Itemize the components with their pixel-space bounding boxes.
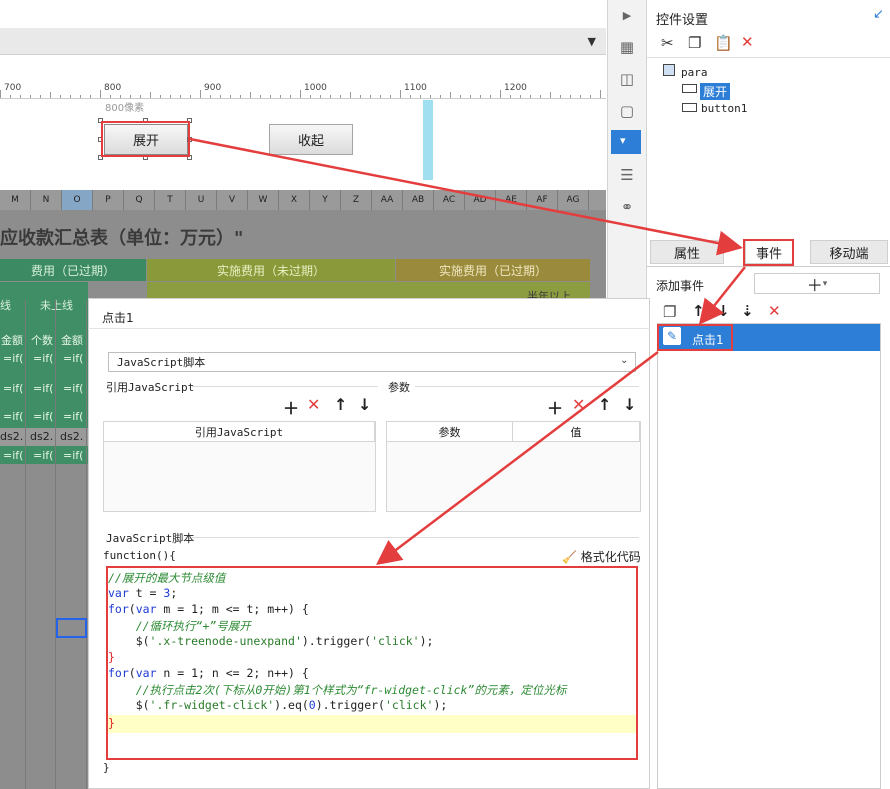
annotation-arrow (698, 266, 746, 325)
annotation-arrows (189, 137, 746, 566)
annotation-arrow (376, 351, 659, 566)
annotation-arrow (189, 137, 743, 256)
